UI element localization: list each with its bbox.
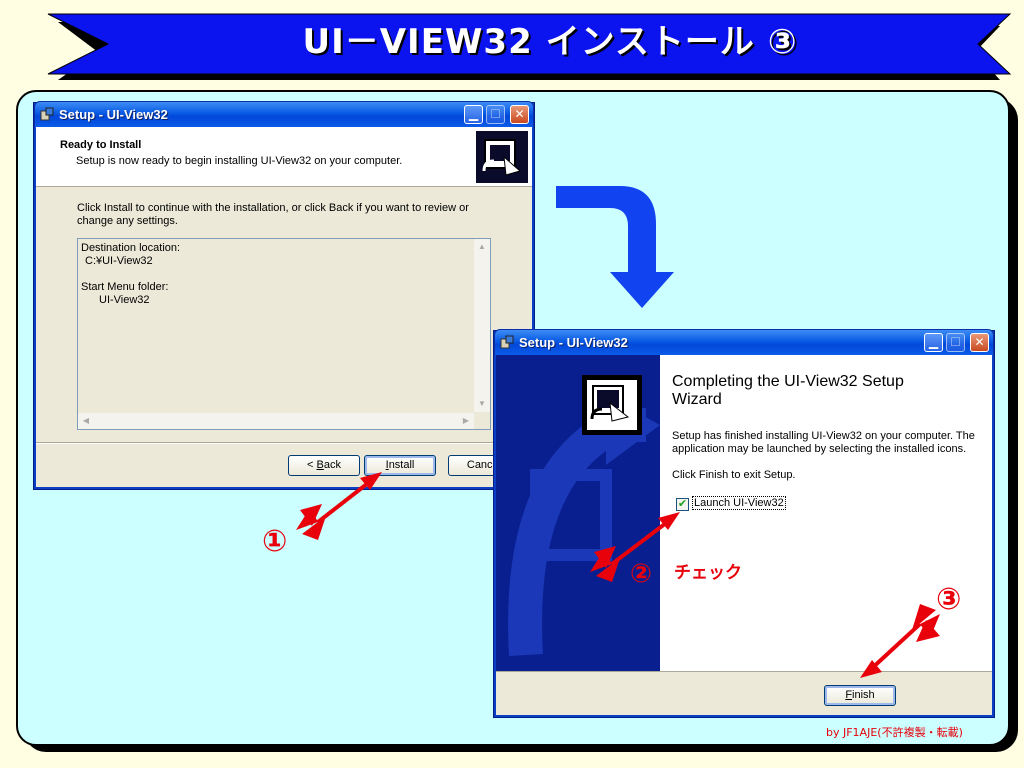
annotation-layer	[296, 472, 940, 678]
step-1-marker: ①	[262, 524, 288, 559]
step-2-marker: ②	[630, 559, 653, 589]
red-arrow-3-icon	[860, 604, 940, 678]
step-3-marker: ③	[936, 582, 962, 617]
step-2-note: チェック	[674, 563, 742, 583]
footer-credit: by JF1AJE(不許複製・転載)	[826, 726, 963, 739]
red-arrow-1-icon	[296, 472, 382, 540]
